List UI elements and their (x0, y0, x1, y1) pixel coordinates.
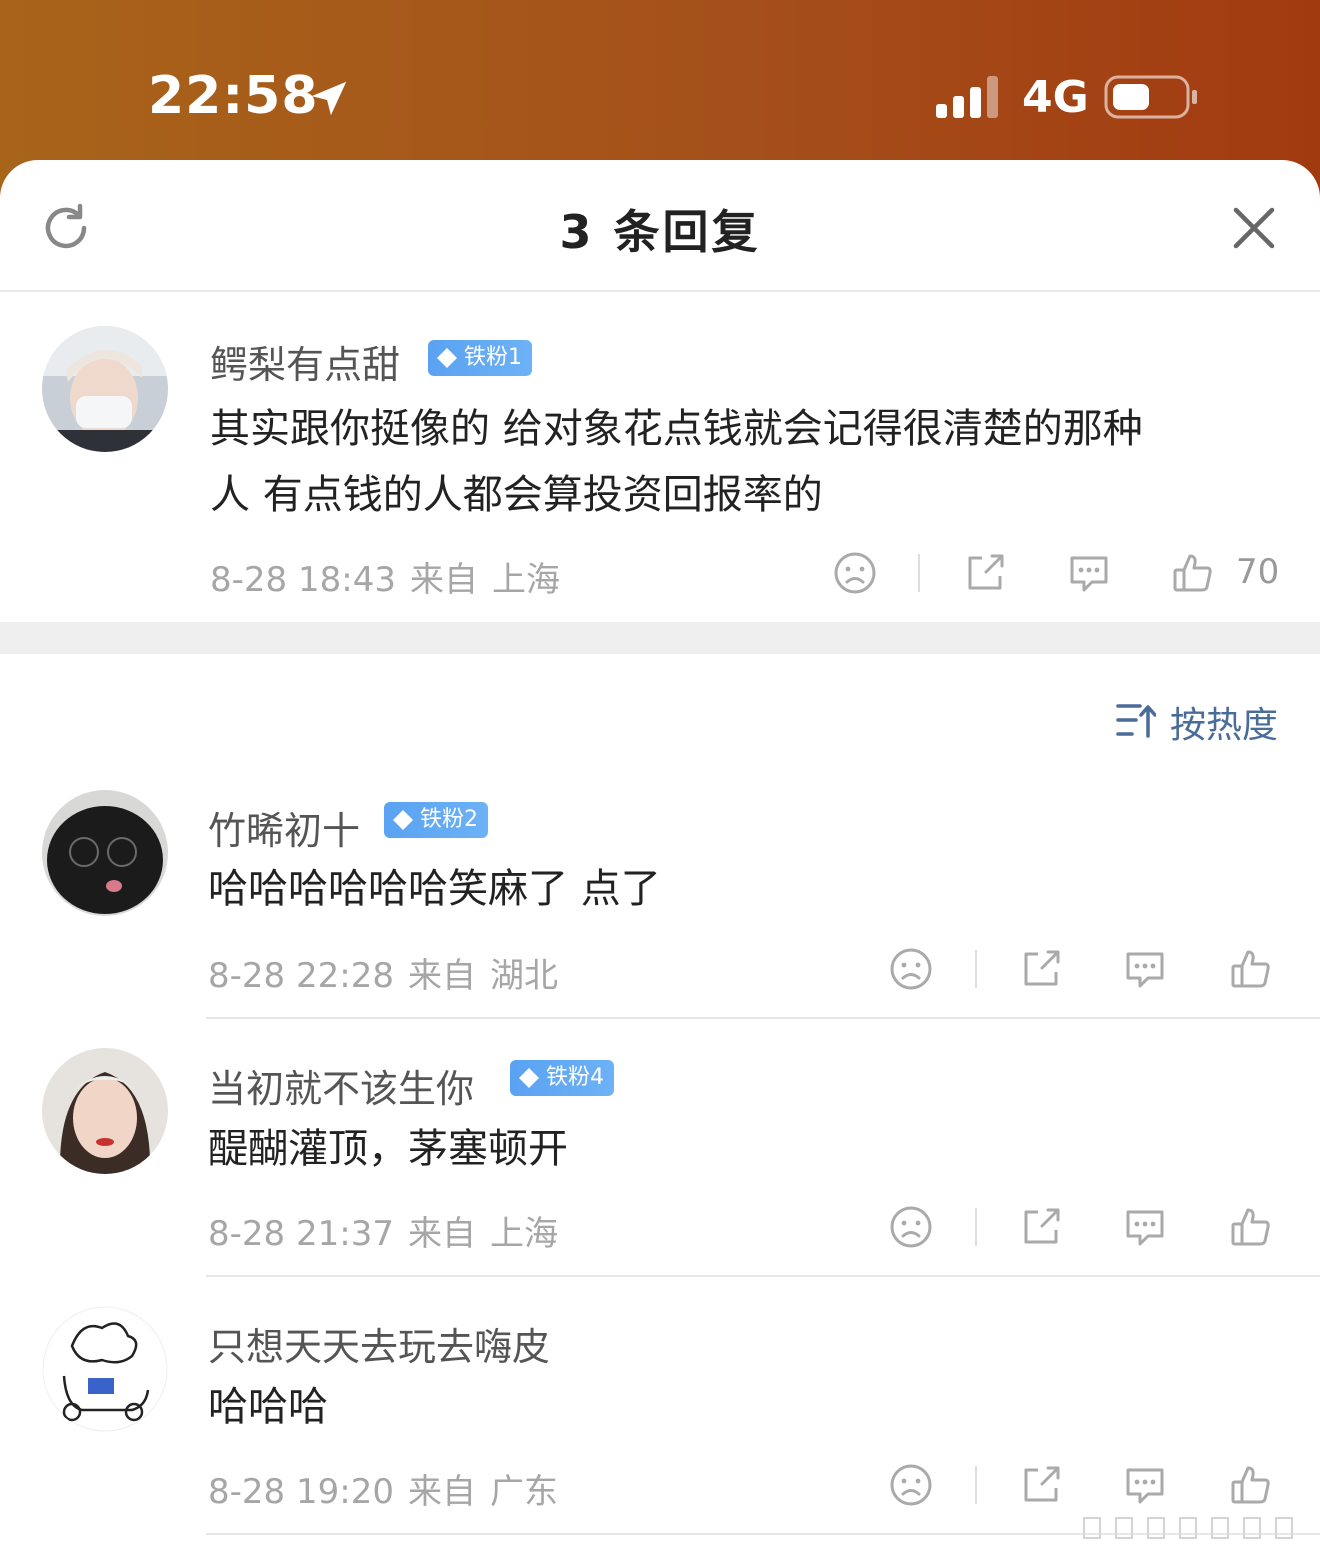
avatar[interactable] (42, 1306, 168, 1432)
thumbs-up-icon[interactable] (1228, 1204, 1274, 1250)
comment-text: 哈哈哈哈哈哈笑麻了 点了 (208, 866, 661, 912)
comment-meta: 8-28 21:37 来自 上海 (208, 1206, 572, 1255)
comment-time: 8-28 21:37 (208, 1214, 394, 1254)
comment-username[interactable]: 当初就不该生你 (208, 1058, 474, 1113)
thumbs-up-icon[interactable] (1228, 946, 1274, 992)
comment-time: 8-28 22:28 (208, 956, 394, 996)
comment-time: 8-28 18:43 (210, 560, 396, 600)
fan-badge: 铁粉4 (510, 1060, 614, 1096)
location-arrow-icon (311, 81, 347, 116)
reply-item: 只想天天去玩去嗨皮 哈哈哈 8-28 19:20 来自 广东 (0, 1294, 1320, 1534)
from-label: 来自 (407, 1214, 476, 1254)
comment-location: 广东 (489, 1472, 558, 1512)
comment-text-line: 其实跟你挺像的 给对象花点钱就会记得很清楚的那种 (210, 406, 1143, 452)
sad-face-icon[interactable] (888, 1204, 934, 1250)
thumbs-up-icon[interactable] (1228, 1462, 1274, 1508)
comment-location: 上海 (491, 560, 560, 600)
diamond-icon (393, 810, 413, 830)
action-divider (975, 1208, 977, 1246)
like-count: 70 (1236, 552, 1280, 592)
reply-item: 当初就不该生你 铁粉4 醍醐灌顶，茅塞顿开 8-28 21:37 来自 上海 (0, 1036, 1320, 1276)
root-comment: 鳄梨有点甜 铁粉1 其实跟你挺像的 给对象花点钱就会记得很清楚的那种 人 有点钱… (0, 160, 1320, 622)
comment-username[interactable]: 鳄梨有点甜 (210, 334, 400, 389)
comment-text: 醍醐灌顶，茅塞顿开 (208, 1126, 568, 1172)
comment-icon[interactable] (1066, 550, 1112, 596)
sort-label: 按热度 (1170, 705, 1279, 746)
fan-badge: 铁粉1 (428, 340, 532, 376)
from-label: 来自 (407, 956, 476, 996)
status-time: 22:58 (148, 66, 319, 126)
action-divider (975, 1466, 977, 1504)
comment-text-line: 人 有点钱的人都会算投资回报率的 (210, 472, 823, 518)
row-separator (206, 1017, 1320, 1019)
sad-face-icon[interactable] (888, 1462, 934, 1508)
avatar[interactable] (42, 1048, 168, 1174)
action-divider (918, 554, 920, 592)
comment-username[interactable]: 只想天天去玩去嗨皮 (208, 1316, 550, 1371)
avatar[interactable] (42, 326, 168, 452)
comment-location: 上海 (489, 1214, 558, 1254)
badge-label: 铁粉2 (420, 807, 478, 832)
comment-meta: 8-28 22:28 来自 湖北 (208, 948, 572, 997)
badge-label: 铁粉4 (546, 1065, 604, 1090)
network-type: 4G (1022, 72, 1089, 123)
from-label: 来自 (407, 1472, 476, 1512)
from-label: 来自 (409, 560, 478, 600)
share-icon[interactable] (962, 550, 1008, 596)
action-divider (975, 950, 977, 988)
cellular-signal-icon (936, 76, 998, 118)
watermark-logo (1083, 1517, 1293, 1539)
comment-time: 8-28 19:20 (208, 1472, 394, 1512)
diamond-icon (519, 1068, 539, 1088)
comment-icon[interactable] (1122, 946, 1168, 992)
avatar[interactable] (42, 790, 168, 916)
sad-face-icon[interactable] (832, 550, 878, 596)
row-separator (206, 1275, 1320, 1277)
reply-item: 竹晞初十 铁粉2 哈哈哈哈哈哈笑麻了 点了 8-28 22:28 来自 湖北 (0, 778, 1320, 1018)
replies-sheet: 3 条回复 鳄梨有点甜 铁粉1 其实跟你挺像的 给对象花点钱就会记得很清楚的那种… (0, 160, 1320, 1556)
comment-meta: 8-28 19:20 来自 广东 (208, 1464, 572, 1513)
section-divider (0, 622, 1320, 654)
share-icon[interactable] (1018, 1204, 1064, 1250)
share-icon[interactable] (1018, 946, 1064, 992)
comment-icon[interactable] (1122, 1204, 1168, 1250)
share-icon[interactable] (1018, 1462, 1064, 1508)
comment-username[interactable]: 竹晞初十 (208, 800, 360, 855)
sad-face-icon[interactable] (888, 946, 934, 992)
battery-icon (1104, 75, 1197, 119)
comment-icon[interactable] (1122, 1462, 1168, 1508)
comment-location: 湖北 (489, 956, 558, 996)
comment-meta: 8-28 18:43 来自 上海 (210, 552, 574, 601)
badge-label: 铁粉1 (464, 345, 522, 370)
fan-badge: 铁粉2 (384, 802, 488, 838)
diamond-icon (437, 348, 457, 368)
comment-text: 哈哈哈 (208, 1384, 328, 1430)
sort-icon (1116, 704, 1156, 738)
thumbs-up-icon[interactable] (1170, 550, 1216, 596)
